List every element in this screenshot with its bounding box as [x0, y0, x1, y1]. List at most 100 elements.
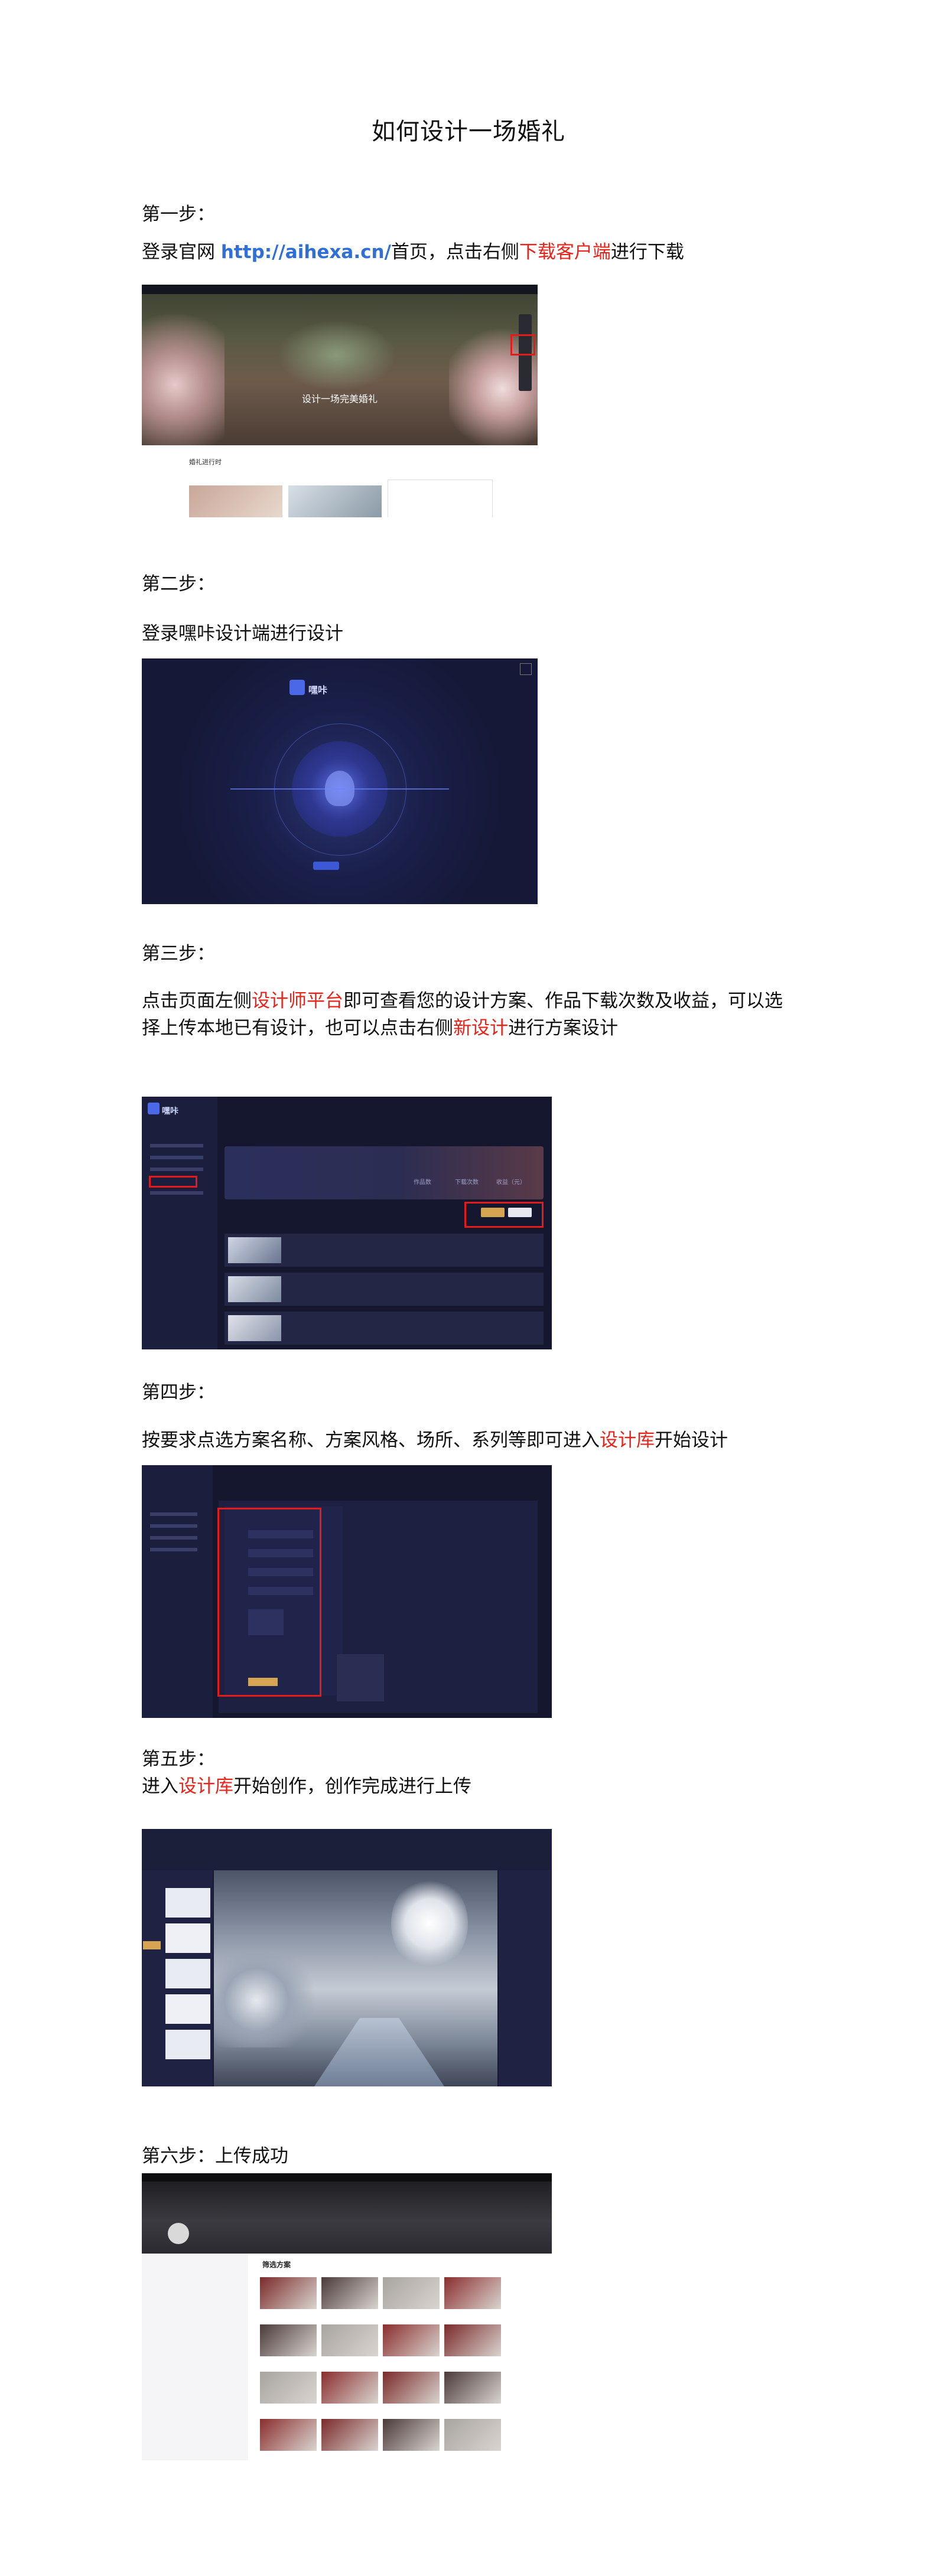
thumb-2 — [288, 485, 382, 517]
scheme-thumb[interactable] — [383, 2372, 440, 2404]
step1-post: 进行下载 — [610, 242, 684, 263]
scene-canvas[interactable] — [214, 1870, 497, 2086]
step1-text: 登录官网 http://aihexa.cn/首页，点击右侧下载客户端进行下载 — [142, 239, 684, 266]
scheme-thumb[interactable] — [321, 2324, 378, 2356]
sidebar-item[interactable] — [150, 1168, 203, 1171]
scheme-grid — [260, 2277, 508, 2454]
side-panel — [388, 480, 493, 517]
scheme-thumb[interactable] — [260, 2419, 317, 2451]
sidebar-item[interactable] — [150, 1191, 203, 1195]
step3-heading: 第三步： — [142, 943, 215, 964]
scheme-thumb[interactable] — [444, 2419, 501, 2451]
success-screenshot: 筛选方案 — [142, 2173, 552, 2460]
step4-post: 开始设计 — [655, 1430, 728, 1451]
step3-line2: 择上传本地已有设计，也可以点击右侧新设计进行方案设计 — [142, 1015, 618, 1042]
scheme-thumb[interactable] — [321, 2372, 378, 2404]
design-row[interactable] — [225, 1312, 544, 1345]
properties-panel — [499, 1870, 552, 2086]
scheme-thumb[interactable] — [260, 2324, 317, 2356]
asset-thumb[interactable] — [165, 1888, 210, 1918]
platform-screenshot: 嘿咔 作品数 下载次数 收益（元） — [142, 1097, 552, 1349]
scheme-thumb[interactable] — [383, 2277, 440, 2309]
step5-text: 进入设计库开始创作，创作完成进行上传 — [142, 1773, 471, 1800]
hero-image: 设计一场完美婚礼 — [142, 285, 538, 445]
close-icon[interactable] — [520, 663, 532, 675]
step5-heading: 第五步： — [142, 1749, 215, 1770]
thumb-1 — [189, 485, 282, 517]
login-button[interactable] — [313, 862, 339, 870]
library-screenshot — [142, 1829, 552, 2086]
sidebar-item[interactable] — [150, 1548, 197, 1551]
scheme-thumb[interactable] — [444, 2277, 501, 2309]
sidebar — [142, 1465, 213, 1718]
sidebar-item[interactable] — [150, 1156, 203, 1159]
logo-icon — [289, 680, 305, 695]
step3-highlight2: 新设计 — [453, 1018, 508, 1039]
stats-banner: 作品数 下载次数 收益（元） — [225, 1146, 544, 1199]
scheme-thumb[interactable] — [383, 2324, 440, 2356]
stat-works: 作品数 — [414, 1179, 431, 1186]
designer-platform-highlight — [149, 1176, 197, 1188]
sidebar-item[interactable] — [150, 1512, 197, 1516]
step5-post: 开始创作，创作完成进行上传 — [233, 1776, 471, 1797]
app-logo: 嘿咔 — [308, 684, 328, 696]
scheme-thumb[interactable] — [260, 2372, 317, 2404]
website-link[interactable]: http://aihexa.cn/ — [221, 242, 391, 263]
filter-title: 筛选方案 — [262, 2261, 291, 2269]
step3-line2-pre: 择上传本地已有设计，也可以点击右侧 — [142, 1018, 453, 1039]
stat-income: 收益（元） — [496, 1179, 526, 1186]
step4-highlight: 设计库 — [600, 1430, 655, 1451]
scheme-thumb[interactable] — [321, 2419, 378, 2451]
step2-heading: 第二步： — [142, 573, 215, 595]
download-client-highlight — [510, 334, 535, 356]
step3-line1: 点击页面左侧设计师平台即可查看您的设计方案、作品下载次数及收益，可以选 — [142, 987, 783, 1015]
logo-icon — [148, 1103, 160, 1114]
section-label: 婚礼进行时 — [189, 458, 222, 466]
sidebar-item[interactable] — [150, 1524, 197, 1528]
step2-text: 登录嘿咔设计端进行设计 — [142, 623, 343, 644]
scheme-thumb[interactable] — [383, 2419, 440, 2451]
hero-text: 设计一场完美婚礼 — [301, 393, 378, 405]
asset-thumb[interactable] — [165, 1923, 210, 1953]
scheme-thumb[interactable] — [444, 2324, 501, 2356]
sidebar — [142, 1097, 217, 1349]
asset-thumb[interactable] — [165, 2030, 210, 2059]
site-nav — [142, 2173, 552, 2182]
step4-text: 按要求点选方案名称、方案风格、场所、系列等即可进入设计库开始设计 — [142, 1427, 728, 1454]
design-row[interactable] — [225, 1273, 544, 1306]
profile-sidebar — [142, 2254, 248, 2460]
step1-pre: 登录官网 — [142, 242, 221, 263]
step5-highlight: 设计库 — [178, 1776, 233, 1797]
step6-heading: 第六步：上传成功 — [142, 2145, 288, 2167]
profile-banner — [142, 2173, 552, 2254]
step1-mid: 首页，点击右侧 — [391, 242, 519, 263]
step3-line2-post: 进行方案设计 — [508, 1018, 618, 1039]
sidebar-item[interactable] — [150, 1536, 197, 1540]
site-nav — [142, 285, 538, 294]
new-design-highlight — [464, 1202, 544, 1228]
toolbar — [142, 1829, 552, 1870]
step1-heading: 第一步： — [142, 204, 215, 225]
step5-pre: 进入 — [142, 1776, 178, 1797]
avatar — [168, 2223, 189, 2244]
website-screenshot: 设计一场完美婚礼 婚礼进行时 — [142, 285, 538, 517]
sidebar-item[interactable] — [150, 1144, 203, 1147]
scheme-thumb[interactable] — [260, 2277, 317, 2309]
asset-thumb[interactable] — [165, 1959, 210, 1988]
step3-pre: 点击页面左侧 — [142, 990, 252, 1012]
form-screenshot — [142, 1465, 552, 1718]
asset-panel — [142, 1870, 213, 2086]
step4-pre: 按要求点选方案名称、方案风格、场所、系列等即可进入 — [142, 1430, 600, 1451]
app-logo: 嘿咔 — [162, 1107, 178, 1116]
step3-highlight1: 设计师平台 — [252, 990, 343, 1012]
category-tab-active[interactable] — [143, 1941, 161, 1949]
scheme-thumb[interactable] — [444, 2372, 501, 2404]
login-screenshot: 嘿咔 — [142, 658, 538, 904]
form-highlight — [217, 1508, 321, 1697]
document-title: 如何设计一场婚礼 — [372, 118, 565, 145]
aisle — [314, 2018, 444, 2086]
scheme-thumb[interactable] — [321, 2277, 378, 2309]
design-row[interactable] — [225, 1234, 544, 1267]
step1-highlight: 下载客户端 — [519, 242, 611, 263]
asset-thumb[interactable] — [165, 1994, 210, 2024]
